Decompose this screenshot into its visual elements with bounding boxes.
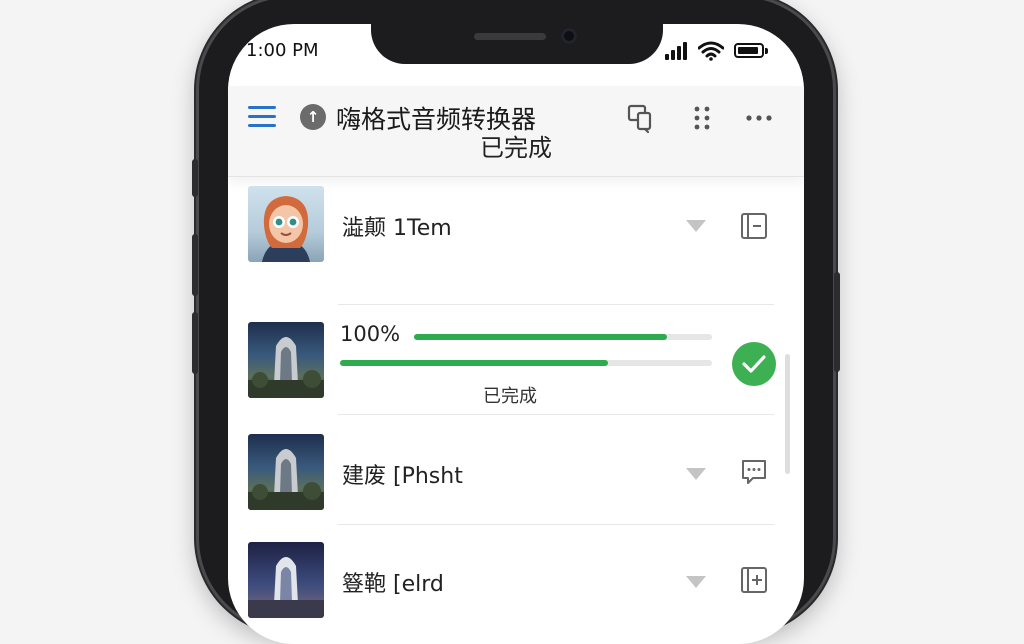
speaker-grille: [474, 33, 546, 40]
volume-down-button: [192, 312, 198, 374]
upload-icon[interactable]: ↑: [300, 104, 326, 130]
item-label: 建废 [Phsht: [342, 464, 463, 489]
cellular-signal-icon: [665, 42, 691, 60]
check-circle-icon: [732, 342, 776, 386]
item-label: 簦鞄 [elrd: [342, 572, 444, 597]
chevron-down-icon[interactable]: [686, 576, 706, 588]
volume-up-button: [192, 234, 198, 296]
night-building-thumbnail: [248, 542, 324, 618]
message-icon[interactable]: [740, 458, 768, 486]
phone-frame: 1:00 PM ↑ 嗨格式音频转换器 已完成 澁颠 1Tem 100% 已完成 …: [192, 0, 840, 644]
hamburger-menu-icon[interactable]: [248, 104, 276, 130]
list-item-completed[interactable]: 100% 已完成: [228, 304, 804, 416]
progress-bar: [414, 334, 712, 340]
section-title: 已完成: [480, 134, 552, 162]
notch: [371, 24, 663, 64]
front-camera: [561, 28, 577, 44]
screen: 1:00 PM ↑ 嗨格式音频转换器 已完成 澁颠 1Tem 100% 已完成 …: [228, 24, 804, 644]
list-item[interactable]: 簦鞄 [elrd: [228, 524, 804, 634]
add-icon[interactable]: [740, 566, 768, 594]
chevron-down-icon[interactable]: [686, 220, 706, 232]
progress-percent: 100%: [340, 322, 401, 346]
chevron-down-icon[interactable]: [686, 468, 706, 480]
battery-icon: [734, 43, 764, 58]
building-image: [248, 449, 324, 510]
wifi-icon: [698, 41, 724, 61]
scrollbar[interactable]: [785, 354, 790, 474]
secondary-progress-bar: [340, 360, 712, 366]
progress-bar-fill: [414, 334, 668, 340]
status-text: 已完成: [483, 386, 537, 407]
item-label: 澁颠 1Tem: [342, 216, 452, 241]
building-image: [248, 557, 324, 618]
list-item[interactable]: 澁颠 1Tem: [228, 176, 804, 280]
battery-cap: [765, 48, 768, 54]
mute-switch: [192, 159, 198, 197]
secondary-progress-fill: [340, 360, 608, 366]
status-time: 1:00 PM: [246, 40, 319, 61]
queue-icon[interactable]: [740, 212, 768, 240]
list-item[interactable]: 建废 [Phsht: [228, 414, 804, 524]
power-button: [834, 272, 840, 372]
building-thumbnail: [248, 434, 324, 510]
avatar-image: [262, 196, 310, 262]
avatar-thumbnail: [248, 186, 324, 262]
